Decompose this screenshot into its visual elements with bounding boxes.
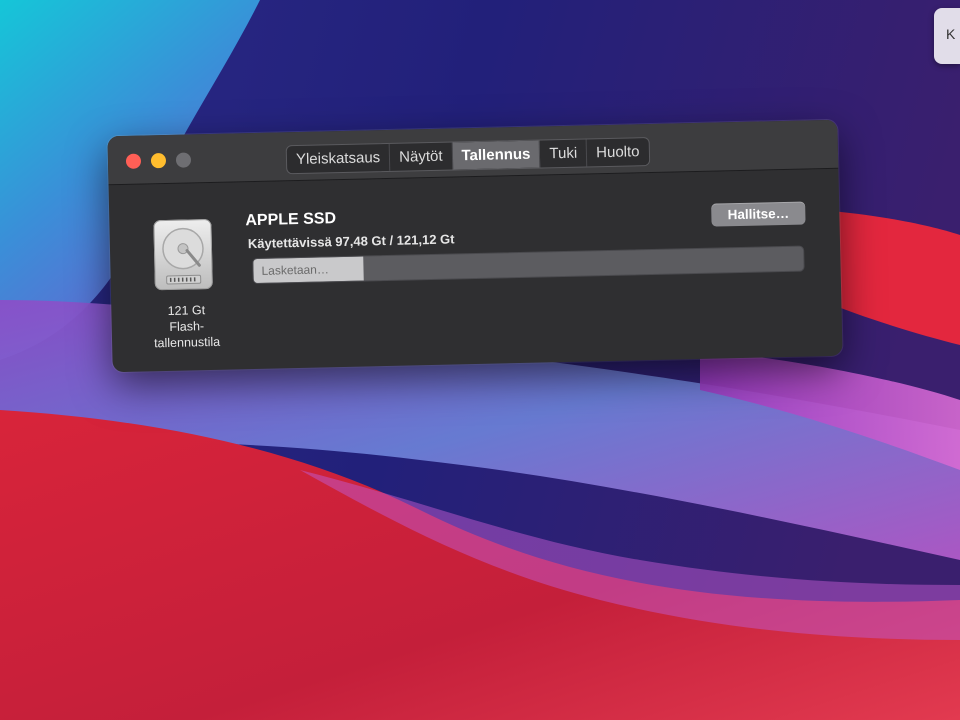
tab-displays[interactable]: Näytöt [389,142,453,171]
manage-button[interactable]: Hallitse… [711,201,806,227]
disk-type-line2: tallennustila [153,334,221,351]
storage-bar: Lasketaan… [252,245,805,285]
disk-available: Käytettävissä 97,48 Gt / 121,12 Gt [247,231,455,252]
zoom-button[interactable] [175,152,192,168]
tab-overview[interactable]: Yleiskatsaus [286,143,391,174]
disk-name: APPLE SSD [245,210,337,230]
desktop-corner-widget[interactable]: K [934,8,960,64]
close-button[interactable] [125,153,142,169]
tab-bar: Yleiskatsaus Näytöt Tallennus Tuki Huolt… [285,137,650,175]
tab-storage[interactable]: Tallennus [452,140,541,170]
storage-panel: 121 Gt Flash- tallennustila APPLE SSD Kä… [109,169,843,373]
corner-widget-text: K [946,26,956,42]
tab-support[interactable]: Tuki [540,139,588,168]
minimize-button[interactable] [150,152,167,169]
tab-service[interactable]: Huolto [587,138,649,166]
about-this-mac-window: Yleiskatsaus Näytöt Tallennus Tuki Huolt… [107,119,843,373]
hard-drive-icon [153,218,213,291]
disk-caption: 121 Gt Flash- tallennustila [141,302,232,352]
storage-bar-label: Lasketaan… [261,262,330,278]
